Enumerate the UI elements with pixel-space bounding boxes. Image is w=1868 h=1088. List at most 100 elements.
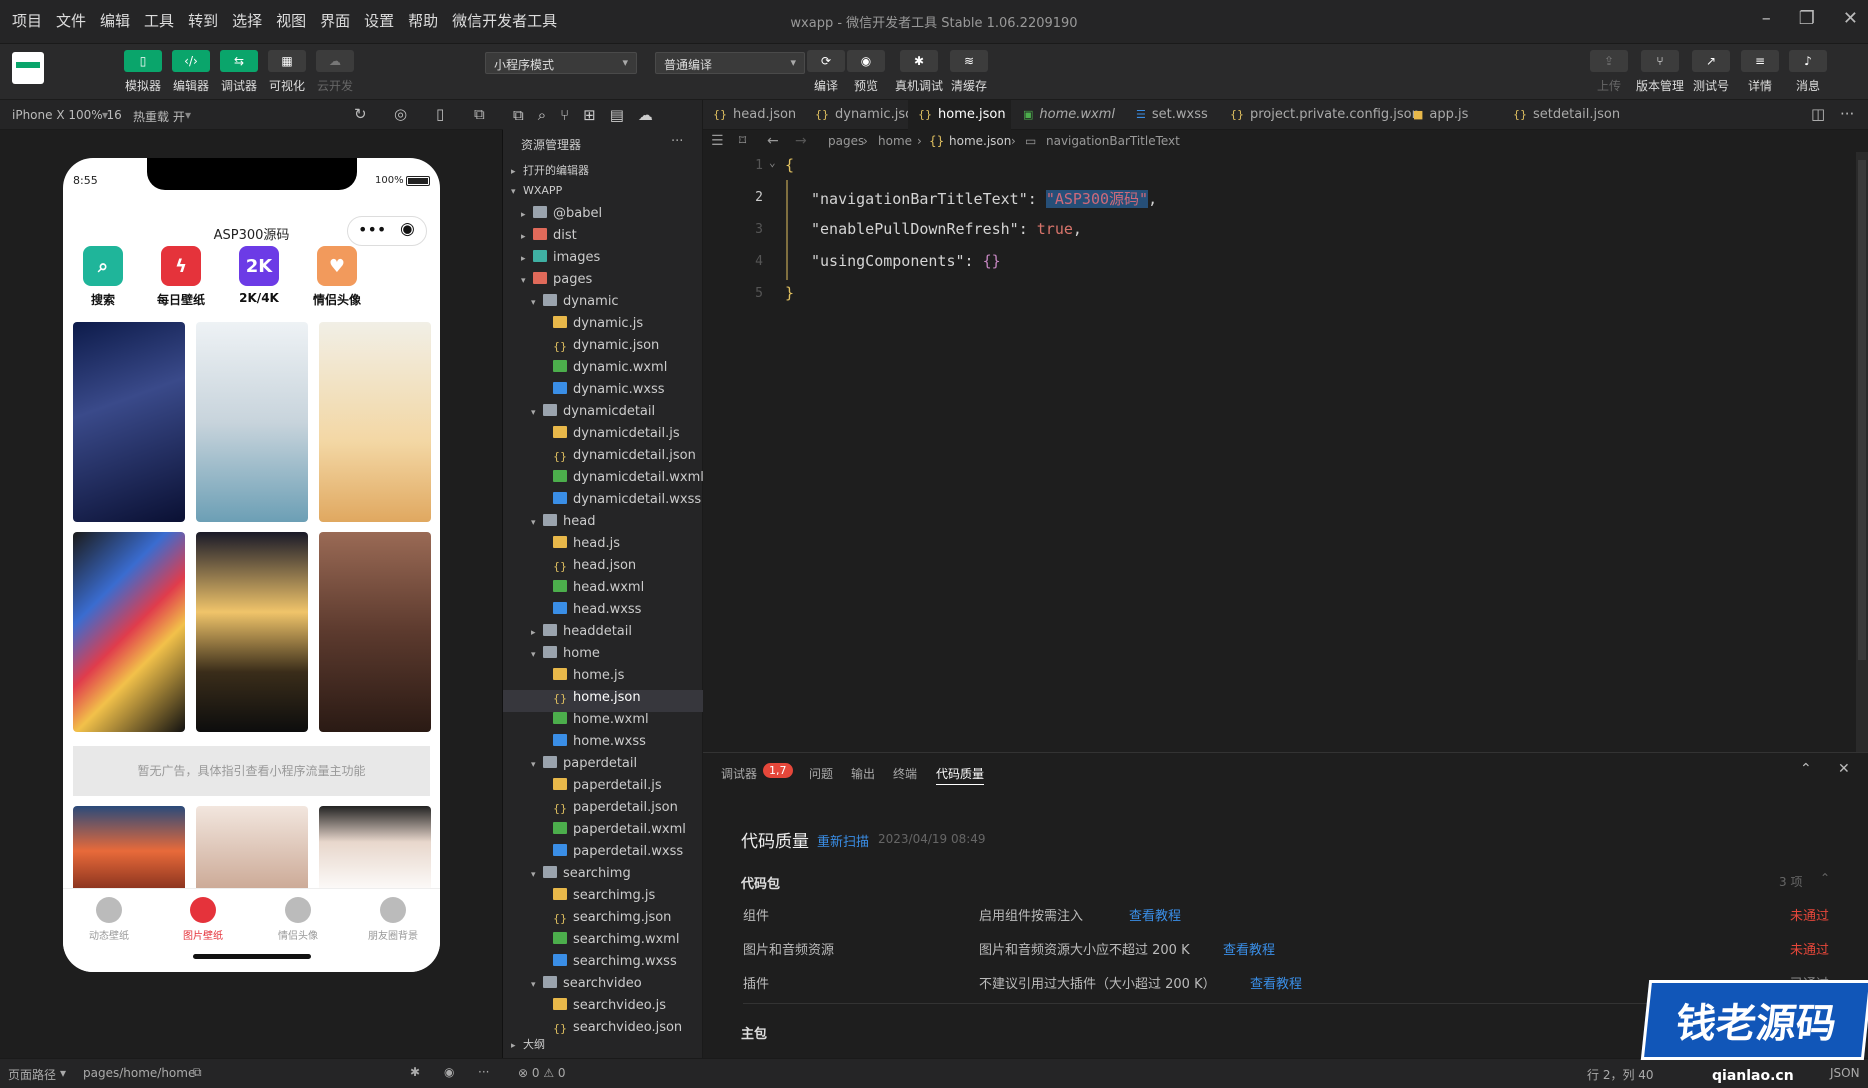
debugger-button[interactable]: ⇆ 调试器	[216, 50, 262, 94]
open-editors-section[interactable]: ▸ 打开的编辑器	[503, 162, 703, 184]
bookmark-icon[interactable]: ⌑	[739, 130, 746, 152]
file-item[interactable]: searchimg.js	[503, 888, 703, 910]
forward-icon[interactable]: →	[795, 130, 807, 152]
editor-button[interactable]: ‹/› 编辑器	[168, 50, 214, 94]
folder-item[interactable]: ▾ head	[503, 514, 703, 536]
tab-project-private-config-json[interactable]: {} project.private.config.json	[1220, 100, 1420, 130]
popout-icon[interactable]: ⧉	[474, 105, 485, 123]
extensions-icon[interactable]: ⊞	[583, 106, 596, 124]
file-item[interactable]: {} home.json	[503, 690, 703, 712]
cloud-dev-button[interactable]: ☁ 云开发	[312, 50, 358, 94]
wallpaper-tile[interactable]	[73, 532, 185, 732]
tab-couple[interactable]: 情侣头像	[268, 897, 328, 942]
file-item[interactable]: paperdetail.js	[503, 778, 703, 800]
restore-icon[interactable]: ❐	[1799, 8, 1815, 29]
wallpaper-tile[interactable]	[73, 806, 185, 896]
folder-item[interactable]: ▾ home	[503, 646, 703, 668]
close-icon[interactable]: ✕	[1843, 8, 1858, 29]
file-item[interactable]: {} dynamic.json	[503, 338, 703, 360]
folder-item[interactable]: ▸ headdetail	[503, 624, 703, 646]
details-button[interactable]: ≡ 详情	[1737, 50, 1783, 94]
file-item[interactable]: {} searchimg.json	[503, 910, 703, 932]
compile-select[interactable]: 普通编译	[655, 52, 805, 74]
tab-setdetail-json[interactable]: {} setdetail.json	[1503, 100, 1620, 130]
file-item[interactable]: {} head.json	[503, 558, 703, 580]
folder-item[interactable]: ▾ dynamic	[503, 294, 703, 316]
search-icon[interactable]: ⌕	[538, 106, 546, 124]
wallpaper-tile[interactable]	[319, 532, 431, 732]
tutorial-link[interactable]: 查看教程	[1250, 973, 1302, 992]
tab-dynamic[interactable]: 动态壁纸	[79, 897, 139, 942]
category-2k4k[interactable]: 2K 2K/4K	[227, 246, 291, 305]
record-icon[interactable]: ◎	[394, 105, 407, 123]
rotate-icon[interactable]: ↻	[354, 105, 367, 123]
messages-button[interactable]: ♪ 消息	[1785, 50, 1831, 94]
tab-terminal[interactable]: 终端	[893, 765, 917, 782]
close-mini-icon[interactable]: ◉	[400, 219, 415, 239]
file-item[interactable]: home.js	[503, 668, 703, 690]
test-account-button[interactable]: ↗ 测试号	[1688, 50, 1734, 94]
split-editor-icon[interactable]: ◫	[1811, 105, 1825, 123]
tab-problems[interactable]: 问题	[809, 765, 833, 782]
more-icon[interactable]: ···	[1840, 105, 1854, 123]
tab-app-js[interactable]: ■ app.js	[1403, 100, 1501, 130]
file-item[interactable]: searchimg.wxml	[503, 932, 703, 954]
file-item[interactable]: searchimg.wxss	[503, 954, 703, 976]
chevron-up-icon[interactable]: ⌃	[1820, 871, 1830, 885]
wallpaper-tile[interactable]	[319, 322, 431, 522]
storage-icon[interactable]: ▤	[610, 106, 624, 124]
tab-home-wxml[interactable]: ▣ home.wxml	[1013, 100, 1123, 130]
code-editor[interactable]: 1 2 3 4 5 ⌄ { "navigationBarTitleText": …	[703, 152, 1856, 752]
file-item[interactable]: {} dynamicdetail.json	[503, 448, 703, 470]
file-item[interactable]: home.wxml	[503, 712, 703, 734]
folder-item[interactable]: ▾ searchvideo	[503, 976, 703, 998]
eye-icon[interactable]: ◉	[444, 1065, 454, 1079]
file-item[interactable]: {} paperdetail.json	[503, 800, 703, 822]
capsule-menu[interactable]: ••• ◉	[347, 216, 427, 246]
file-item[interactable]: head.wxss	[503, 602, 703, 624]
cloud-icon[interactable]: ☁	[638, 106, 653, 124]
file-item[interactable]: home.wxss	[503, 734, 703, 756]
device-icon[interactable]: ▯	[436, 105, 444, 123]
avatar[interactable]	[12, 52, 44, 84]
files-icon[interactable]: ⧉	[513, 106, 524, 124]
file-item[interactable]: dynamicdetail.wxml	[503, 470, 704, 492]
tab-code-quality[interactable]: 代码质量	[936, 765, 985, 785]
cursor-position[interactable]: 行 2，列 40	[1587, 1066, 1654, 1083]
simulator-button[interactable]: ▯ 模拟器	[120, 50, 166, 94]
file-item[interactable]: paperdetail.wxss	[503, 844, 703, 866]
fold-icon[interactable]: ⌄	[769, 156, 776, 169]
list-icon[interactable]: ☰	[711, 130, 724, 152]
hot-reload-toggle[interactable]: 热重载 开	[133, 108, 185, 125]
file-item[interactable]: dynamicdetail.js	[503, 426, 703, 448]
folder-item[interactable]: ▾ dynamicdetail	[503, 404, 703, 426]
folder-item[interactable]: ▸ dist	[503, 228, 703, 250]
root-folder[interactable]: ▾ WXAPP	[503, 184, 703, 206]
breadcrumb-item[interactable]: home.json	[949, 130, 1011, 152]
folder-item[interactable]: ▸ @babel	[503, 206, 703, 228]
tab-output[interactable]: 输出	[851, 765, 875, 782]
file-item[interactable]: dynamic.wxss	[503, 382, 703, 404]
upload-button[interactable]: ⇪ 上传	[1586, 50, 1632, 94]
visual-button[interactable]: ▦ 可视化	[264, 50, 310, 94]
tab-set-wxss[interactable]: ☰ set.wxss	[1126, 100, 1218, 130]
editor-scrollbar[interactable]	[1856, 152, 1868, 752]
more-icon[interactable]: •••	[358, 220, 386, 239]
wallpaper-tile[interactable]	[196, 806, 308, 896]
breadcrumb-item[interactable]: navigationBarTitleText	[1046, 130, 1180, 152]
back-icon[interactable]: ←	[767, 130, 779, 152]
wallpaper-tile[interactable]	[73, 322, 185, 522]
tutorial-link[interactable]: 查看教程	[1129, 905, 1181, 924]
tab-head-json[interactable]: {} head.json	[703, 100, 803, 130]
file-item[interactable]: dynamicdetail.wxss	[503, 492, 703, 514]
close-panel-icon[interactable]: ✕	[1838, 761, 1850, 777]
rescan-link[interactable]: 重新扫描	[817, 831, 869, 850]
bug-icon[interactable]: ✱	[410, 1065, 420, 1079]
clear-cache-button[interactable]: ≋ 清缓存	[946, 50, 992, 94]
minimize-icon[interactable]: –	[1762, 8, 1771, 29]
wallpaper-tile[interactable]	[319, 806, 431, 896]
category-search[interactable]: ⌕ 搜索	[71, 246, 135, 308]
git-icon[interactable]: ⑂	[560, 106, 569, 124]
category-couple[interactable]: ♥ 情侣头像	[305, 246, 369, 308]
file-item[interactable]: paperdetail.wxml	[503, 822, 703, 844]
